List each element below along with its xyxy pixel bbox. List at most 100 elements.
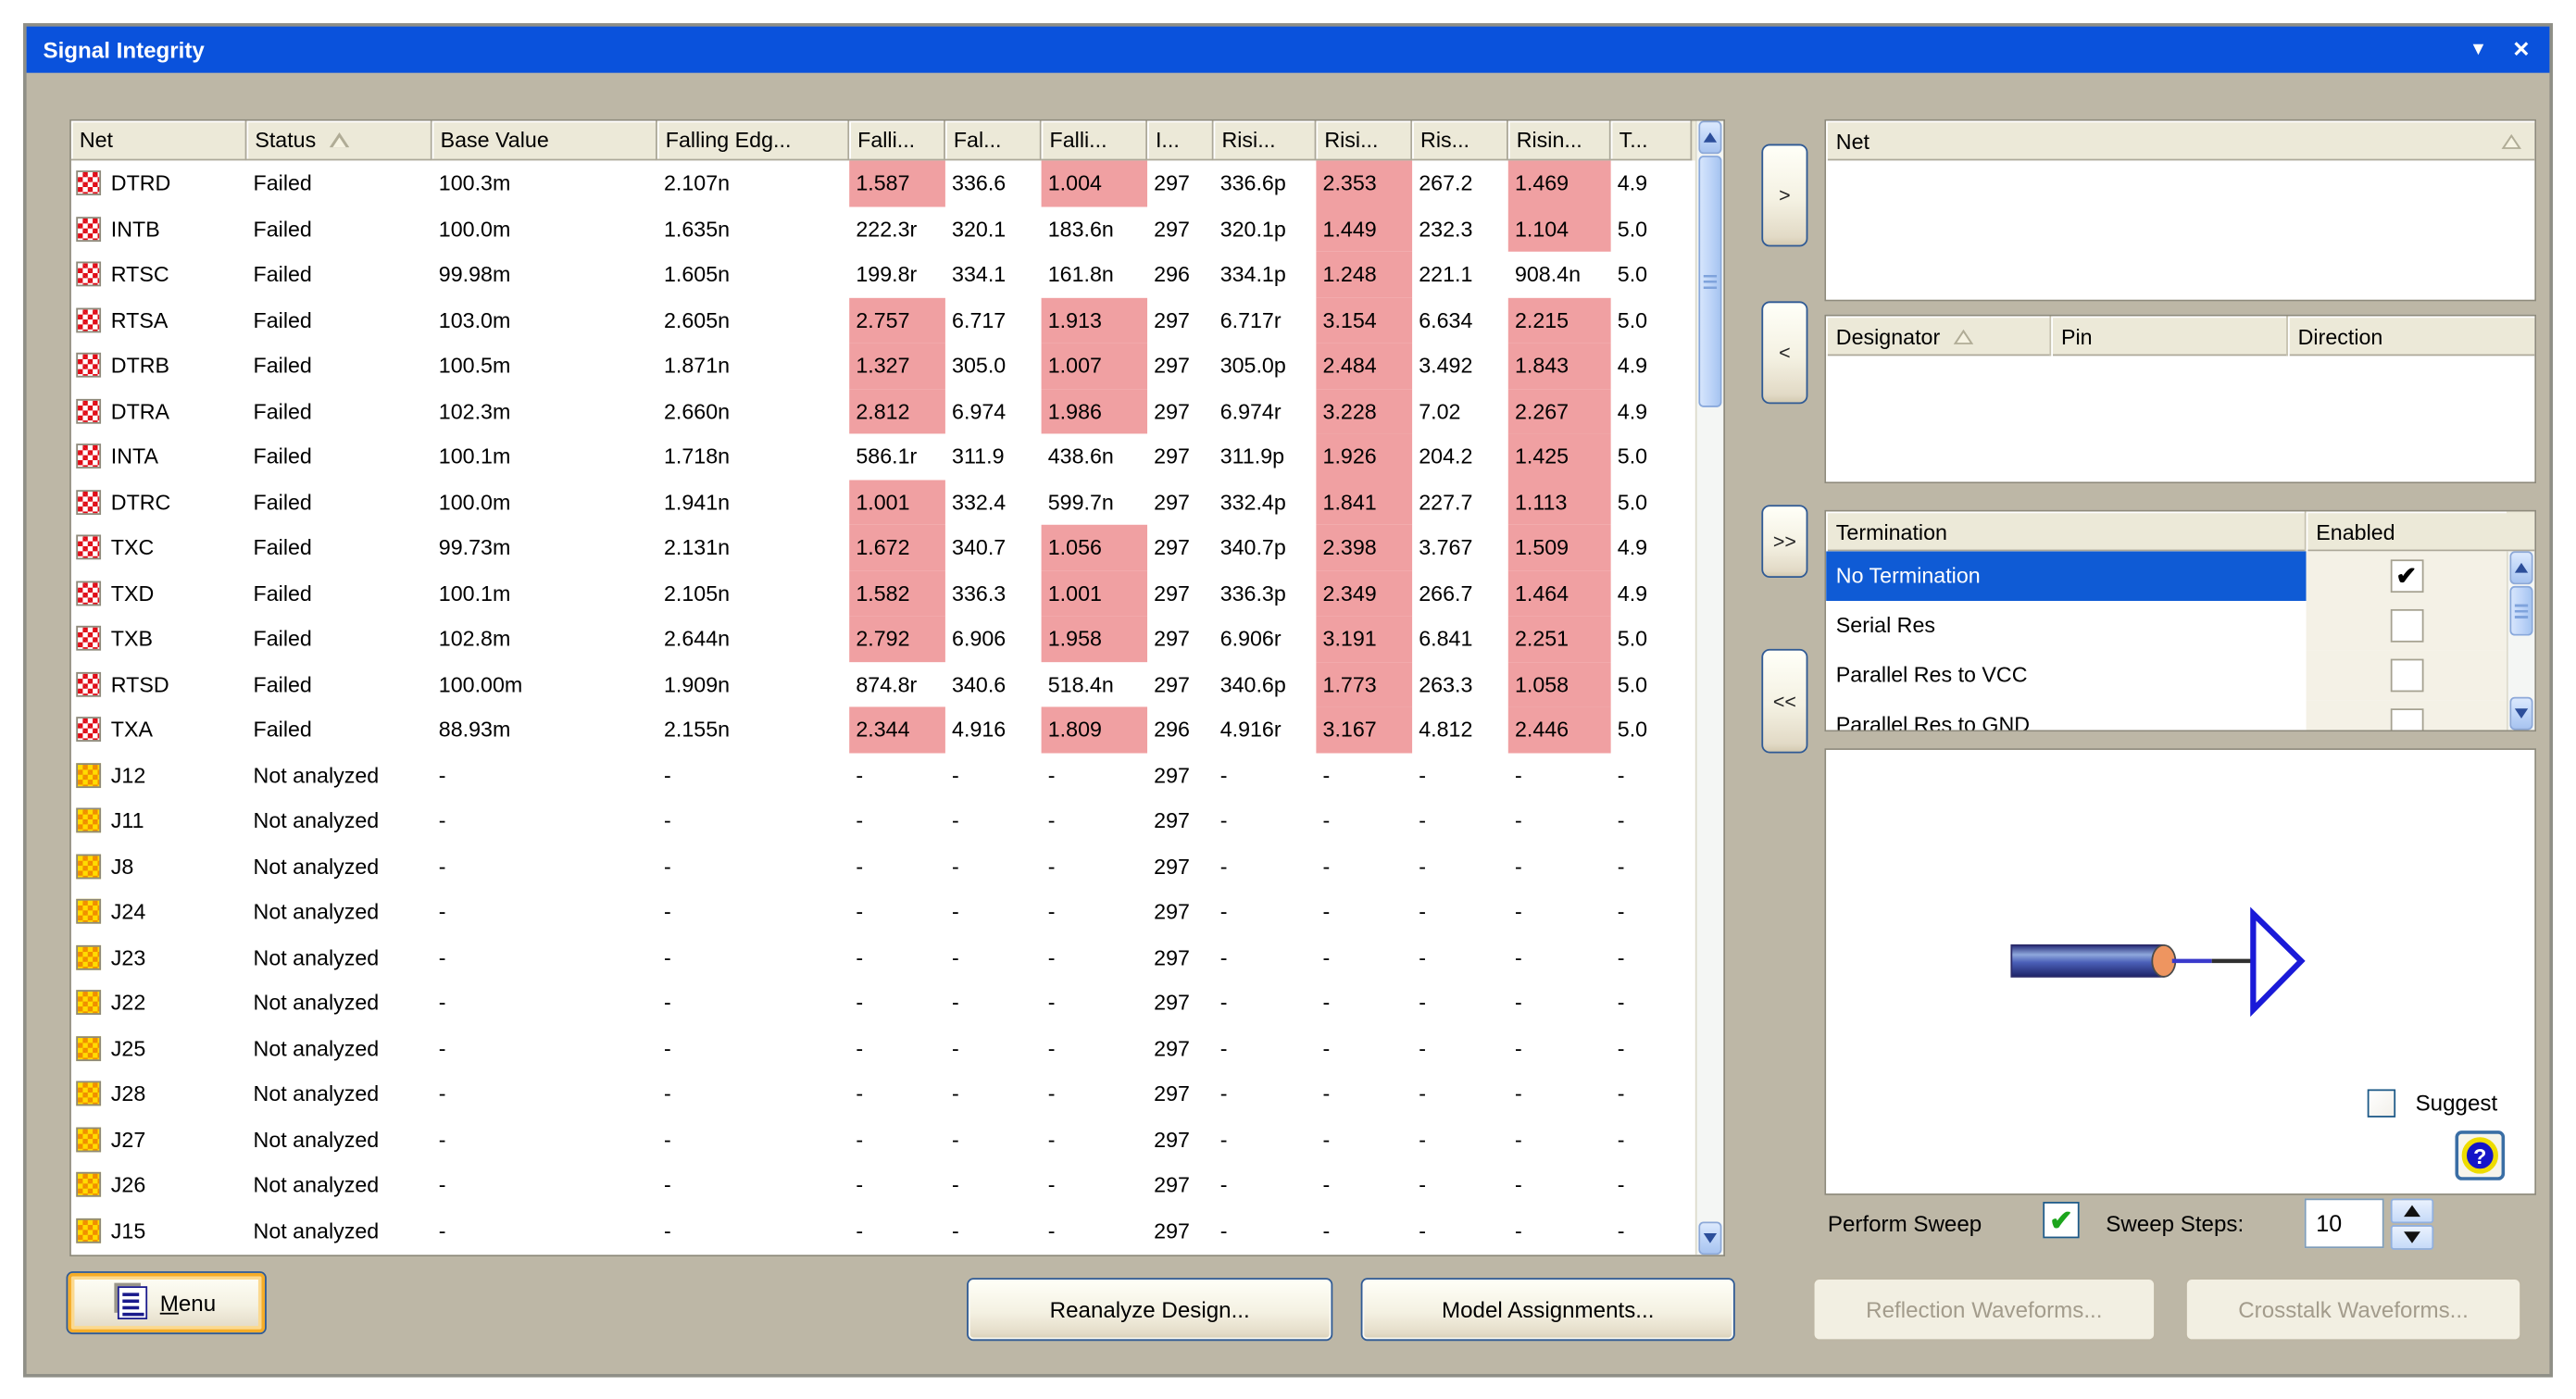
- column-header-label: Risin...: [1517, 128, 1582, 153]
- help-button[interactable]: ?: [2455, 1130, 2505, 1180]
- value-cell: 4.916r: [1214, 706, 1317, 752]
- table-row[interactable]: TXDFailed100.1m2.105n1.582336.31.0012973…: [71, 570, 1695, 616]
- column-header-t[interactable]: T...: [1611, 121, 1693, 161]
- table-row[interactable]: DTRCFailed100.0m1.941n1.001332.4599.7n29…: [71, 480, 1695, 525]
- move-left-button[interactable]: <: [1761, 301, 1807, 404]
- not-analyzed-net-icon: [76, 854, 101, 879]
- column-header-falli[interactable]: Falli...: [849, 121, 945, 161]
- termination-row-parallel-res-to-vcc[interactable]: Parallel Res to VCC: [1826, 651, 2507, 701]
- perform-sweep-checkbox[interactable]: ✔: [2043, 1202, 2079, 1238]
- failed-net-icon: [76, 444, 101, 469]
- table-row[interactable]: J8Not analyzed-----297-----: [71, 843, 1695, 889]
- pin-list-body[interactable]: [1826, 356, 2534, 483]
- table-row[interactable]: TXCFailed99.73m2.131n1.672340.71.0562973…: [71, 525, 1695, 570]
- termination-row-parallel-res-to-gnd[interactable]: Parallel Res to GND: [1826, 700, 2507, 730]
- sweep-steps-input[interactable]: [2305, 1198, 2384, 1248]
- scrollbar-thumb[interactable]: [1698, 156, 1721, 407]
- value-cell: -: [1316, 843, 1412, 889]
- column-header-fal[interactable]: Fal...: [945, 121, 1042, 161]
- column-header-ris[interactable]: Ris...: [1412, 121, 1508, 161]
- titlebar[interactable]: Signal Integrity ▼ ✕: [27, 27, 2550, 73]
- menu-button[interactable]: Menu: [67, 1271, 267, 1334]
- column-header-net[interactable]: Net: [71, 121, 247, 161]
- value-cell: 232.3: [1412, 206, 1508, 252]
- table-row[interactable]: J27Not analyzed-----297-----: [71, 1117, 1695, 1162]
- column-header-base-value[interactable]: Base Value: [432, 121, 657, 161]
- close-icon[interactable]: ✕: [2503, 27, 2539, 73]
- table-row[interactable]: RTSCFailed99.98m1.605n199.8r334.1161.8n2…: [71, 252, 1695, 297]
- termination-row-serial-res[interactable]: Serial Res: [1826, 601, 2507, 651]
- value-cell: 3.191: [1316, 616, 1412, 661]
- value-cell: 586.1r: [849, 433, 945, 479]
- table-row[interactable]: TXAFailed88.93m2.155n2.3444.9161.8092964…: [71, 706, 1695, 752]
- table-row[interactable]: J22Not analyzed-----297-----: [71, 980, 1695, 1025]
- sort-asc-icon: [2502, 133, 2521, 148]
- value-cell: -: [1042, 1117, 1147, 1162]
- column-header-falli[interactable]: Falli...: [1042, 121, 1147, 161]
- enabled-checkbox[interactable]: [2390, 609, 2423, 643]
- column-header-risi[interactable]: Risi...: [1214, 121, 1317, 161]
- table-row[interactable]: DTRAFailed102.3m2.660n2.8126.9741.986297…: [71, 388, 1695, 433]
- table-row[interactable]: J24Not analyzed-----297-----: [71, 889, 1695, 934]
- table-row[interactable]: J23Not analyzed-----297-----: [71, 934, 1695, 980]
- column-header-pin[interactable]: Pin: [2051, 316, 2288, 356]
- net-list-body[interactable]: [1826, 160, 2534, 301]
- column-header-designator[interactable]: Designator: [1826, 316, 2051, 356]
- column-header-status[interactable]: Status: [246, 121, 431, 161]
- table-row[interactable]: RTSDFailed100.00m1.909n874.8r340.6518.4n…: [71, 661, 1695, 706]
- table-row[interactable]: INTBFailed100.0m1.635n222.3r320.1183.6n2…: [71, 206, 1695, 252]
- enabled-checkbox[interactable]: [2390, 708, 2423, 730]
- table-row[interactable]: INTAFailed100.1m1.718n586.1r311.9438.6n2…: [71, 433, 1695, 479]
- enabled-checkbox[interactable]: [2390, 659, 2423, 693]
- sweep-steps-increment-button[interactable]: [2391, 1198, 2433, 1223]
- table-row[interactable]: J15Not analyzed-----297-----: [71, 1207, 1695, 1253]
- value-cell: 2.757: [849, 297, 945, 343]
- scrollbar-thumb[interactable]: [2509, 586, 2532, 636]
- column-header-net-panel[interactable]: Net: [1826, 121, 2534, 161]
- termination-scrollbar[interactable]: [2507, 551, 2534, 730]
- table-row[interactable]: DTRBFailed100.5m1.871n1.327305.01.007297…: [71, 343, 1695, 388]
- move-all-left-button[interactable]: <<: [1761, 649, 1807, 754]
- table-row[interactable]: RTSAFailed103.0m2.605n2.7576.7171.913297…: [71, 297, 1695, 343]
- table-row[interactable]: J28Not analyzed-----297-----: [71, 1071, 1695, 1117]
- move-right-button[interactable]: >: [1761, 144, 1807, 247]
- scroll-down-button[interactable]: [2509, 697, 2532, 731]
- table-row[interactable]: J12Not analyzed-----297-----: [71, 753, 1695, 798]
- titlebar-dropdown-icon[interactable]: ▼: [2460, 27, 2496, 73]
- table-row[interactable]: J26Not analyzed-----297-----: [71, 1162, 1695, 1207]
- crosstalk-waveforms-button[interactable]: Crosstalk Waveforms...: [2185, 1278, 2521, 1341]
- table-row[interactable]: J11Not analyzed-----297-----: [71, 798, 1695, 843]
- column-header-termination[interactable]: Termination: [1826, 511, 2306, 551]
- value-cell: 340.6p: [1214, 661, 1317, 706]
- reflection-waveforms-button[interactable]: Reflection Waveforms...: [1813, 1278, 2156, 1341]
- scroll-up-button[interactable]: [2509, 551, 2532, 584]
- value-cell: 3.167: [1316, 706, 1412, 752]
- column-header-i[interactable]: I...: [1147, 121, 1214, 161]
- column-header-label: Pin: [2061, 324, 2093, 349]
- scroll-down-button[interactable]: [1698, 1221, 1721, 1255]
- value-cell: -: [1316, 1071, 1412, 1117]
- model-assignments-button[interactable]: Model Assignments...: [1361, 1278, 1735, 1341]
- column-header-risi[interactable]: Risi...: [1316, 121, 1412, 161]
- column-header-direction[interactable]: Direction: [2288, 316, 2534, 356]
- table-row[interactable]: DTRDFailed100.3m2.107n1.587336.61.004297…: [71, 160, 1695, 206]
- value-cell: 297: [1147, 160, 1214, 206]
- table-row[interactable]: J25Not analyzed-----297-----: [71, 1026, 1695, 1071]
- move-all-right-button[interactable]: >>: [1761, 505, 1807, 578]
- value-cell: 334.1: [945, 252, 1042, 297]
- value-cell: 2.660n: [657, 388, 849, 433]
- value-cell: 297: [1147, 570, 1214, 616]
- scroll-up-button[interactable]: [1698, 121, 1721, 155]
- table-vertical-scrollbar[interactable]: [1695, 121, 1723, 1255]
- termination-row-no-termination[interactable]: No Termination✔: [1826, 551, 2507, 601]
- reanalyze-design-button[interactable]: Reanalyze Design...: [967, 1278, 1332, 1341]
- column-header-risin[interactable]: Risin...: [1508, 121, 1611, 161]
- column-header-enabled[interactable]: Enabled: [2307, 511, 2507, 551]
- suggest-checkbox[interactable]: [2368, 1089, 2395, 1117]
- enabled-checkbox[interactable]: ✔: [2390, 559, 2423, 593]
- column-header-falling-edg[interactable]: Falling Edg...: [657, 121, 849, 161]
- table-row[interactable]: TXBFailed102.8m2.644n2.7926.9061.9582976…: [71, 616, 1695, 661]
- value-cell: 1.464: [1508, 570, 1611, 616]
- termination-label: Serial Res: [1826, 601, 2306, 651]
- sweep-steps-decrement-button[interactable]: [2391, 1225, 2433, 1250]
